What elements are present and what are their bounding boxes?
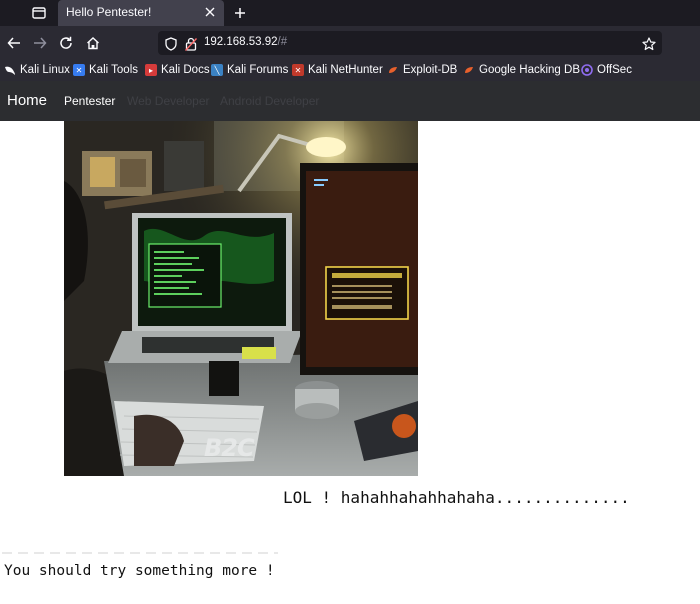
bookmark-offsec[interactable]: OffSec [581, 62, 632, 78]
bookmark-star-icon[interactable] [642, 36, 656, 55]
site-navbar: Home Pentester Web Developer Android Dev… [0, 81, 700, 121]
ghdb-icon [463, 64, 475, 76]
hero-image: B2C [64, 121, 418, 476]
image-watermark: B2C [204, 434, 255, 462]
divider [2, 552, 278, 554]
bookmark-google-hacking-db[interactable]: Google Hacking DB [463, 62, 580, 78]
bookmark-kali-docs[interactable]: ▸ Kali Docs [145, 62, 210, 78]
nav-link-pentester[interactable]: Pentester [64, 94, 115, 108]
back-arrow-icon[interactable] [5, 34, 23, 52]
nav-link-android-developer[interactable]: Android Developer [220, 94, 319, 108]
home-icon[interactable] [84, 34, 102, 52]
hacker-desk-illustration [64, 121, 418, 476]
bookmark-label: Kali Tools [89, 64, 139, 76]
nav-link-web-developer[interactable]: Web Developer [127, 94, 210, 108]
exploit-db-icon [387, 64, 399, 76]
shield-icon[interactable] [165, 36, 177, 55]
bookmark-kali-nethunter[interactable]: ✕ Kali NetHunter [292, 62, 383, 78]
bookmark-label: Kali Docs [161, 64, 210, 76]
url-text: 192.168.53.92/# [204, 36, 287, 48]
insecure-lock-icon[interactable] [184, 36, 198, 55]
browser-tab-bar: Hello Pentester! [0, 0, 700, 26]
bookmark-label: Google Hacking DB [479, 64, 580, 76]
offsec-icon [581, 64, 593, 76]
kali-dragon-icon [4, 64, 16, 76]
active-tab[interactable]: Hello Pentester! [58, 0, 224, 26]
url-bar[interactable]: 192.168.53.92/# [158, 31, 662, 55]
bookmark-label: Kali Forums [227, 64, 289, 76]
site-brand-home[interactable]: Home [7, 92, 47, 109]
url-host: 192.168.53.92 [204, 36, 278, 48]
reload-icon[interactable] [57, 34, 75, 52]
forward-arrow-icon[interactable] [31, 34, 49, 52]
kali-tools-icon: ✕ [73, 64, 85, 76]
close-tab-icon[interactable] [202, 4, 218, 20]
kali-forums-icon: ╲ [211, 64, 223, 76]
bookmark-kali-forums[interactable]: ╲ Kali Forums [211, 62, 288, 78]
tab-title: Hello Pentester! [66, 5, 152, 19]
bookmark-label: Exploit-DB [403, 64, 458, 76]
bookmark-kali-tools[interactable]: ✕ Kali Tools [73, 62, 138, 78]
tab-list-icon[interactable] [28, 3, 50, 23]
bookmark-kali-linux[interactable]: Kali Linux [4, 62, 70, 78]
bookmark-label: Kali NetHunter [308, 64, 383, 76]
url-path: /# [277, 36, 288, 48]
caption-main: LOL ! hahahhahahhahaha.............. [283, 488, 630, 507]
caption-secondary: You should try something more ! [4, 563, 275, 579]
kali-nethunter-icon: ✕ [292, 64, 304, 76]
bookmark-label: Kali Linux [20, 64, 70, 76]
kali-docs-icon: ▸ [145, 64, 157, 76]
bookmark-exploit-db[interactable]: Exploit-DB [387, 62, 457, 78]
bookmark-label: OffSec [597, 64, 632, 76]
new-tab-icon[interactable] [230, 3, 250, 23]
bookmarks-toolbar: Kali Linux ✕ Kali Tools ▸ Kali Docs ╲ Ka… [0, 59, 700, 81]
